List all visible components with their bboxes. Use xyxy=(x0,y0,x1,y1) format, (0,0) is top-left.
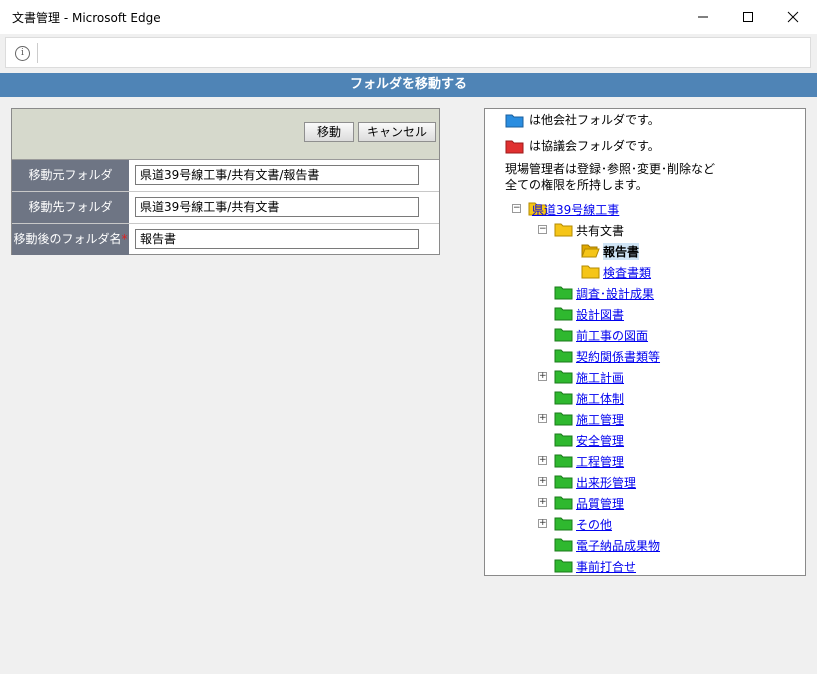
green-folder-icon xyxy=(554,328,573,342)
green-folder-icon xyxy=(554,559,573,573)
green-folder-icon xyxy=(554,391,573,405)
expand-toggle[interactable]: + xyxy=(538,456,547,465)
page-title: フォルダを移動する xyxy=(0,73,817,97)
tree-link-design-docs[interactable]: 設計図書 xyxy=(576,306,624,323)
legend-other-text: は他会社フォルダです。 xyxy=(529,113,660,127)
collapse-toggle[interactable]: − xyxy=(512,204,521,213)
tree-link-root[interactable]: 県道39号線工事 xyxy=(532,201,619,218)
new-name-input[interactable]: 報告書 xyxy=(135,229,419,249)
tree-link-construction-plan[interactable]: 施工計画 xyxy=(576,369,624,386)
permission-note-line1: 現場管理者は登録･参照･変更･削除など xyxy=(505,162,716,176)
green-folder-icon xyxy=(554,496,573,510)
move-folder-form: 移動 キャンセル 移動元フォルダ 県道39号線工事/共有文書/報告書 移動先フォ… xyxy=(11,108,440,255)
expand-toggle[interactable]: + xyxy=(538,414,547,423)
yellow-folder-icon xyxy=(554,223,573,237)
collapse-toggle[interactable]: − xyxy=(538,225,547,234)
yellow-folder-icon xyxy=(581,265,600,279)
tree-link-quality[interactable]: 品質管理 xyxy=(576,495,624,512)
new-name-row: 移動後のフォルダ名* 報告書 xyxy=(12,224,439,255)
maximize-icon xyxy=(743,12,753,22)
source-folder-field[interactable]: 県道39号線工事/共有文書/報告書 xyxy=(135,165,419,185)
tree-link-as-built[interactable]: 出来形管理 xyxy=(576,474,636,491)
required-mark: * xyxy=(121,232,128,246)
expand-toggle[interactable]: + xyxy=(538,372,547,381)
tree-link-inspection[interactable]: 検査書類 xyxy=(603,264,651,281)
open-folder-icon xyxy=(581,244,600,258)
expand-toggle[interactable]: + xyxy=(538,477,547,486)
dest-folder-field[interactable]: 県道39号線工事/共有文書 xyxy=(135,197,419,217)
tree-link-contracts[interactable]: 契約関係書類等 xyxy=(576,348,660,365)
tree-link-safety[interactable]: 安全管理 xyxy=(576,432,624,449)
tree-link-e-delivery[interactable]: 電子納品成果物 xyxy=(576,537,660,554)
new-name-label: 移動後のフォルダ名* xyxy=(12,224,129,255)
expand-toggle[interactable]: + xyxy=(538,519,547,528)
source-folder-row: 移動元フォルダ 県道39号線工事/共有文書/報告書 xyxy=(12,160,439,192)
green-folder-icon xyxy=(554,454,573,468)
maximize-button[interactable] xyxy=(725,0,771,34)
green-folder-icon xyxy=(554,412,573,426)
dest-folder-label: 移動先フォルダ xyxy=(12,192,129,223)
new-name-label-text: 移動後のフォルダ名 xyxy=(13,232,122,246)
legend-council-text: は協議会フォルダです。 xyxy=(529,139,660,153)
tree-link-survey[interactable]: 調査･設計成果 xyxy=(576,285,654,302)
minimize-button[interactable] xyxy=(680,0,726,34)
green-folder-icon xyxy=(554,433,573,447)
tree-link-other[interactable]: その他 xyxy=(576,516,612,533)
green-folder-icon xyxy=(554,286,573,300)
window-title: 文書管理 - Microsoft Edge xyxy=(12,11,161,25)
window-titlebar: 文書管理 - Microsoft Edge xyxy=(0,0,817,34)
green-folder-icon xyxy=(554,538,573,552)
green-folder-icon xyxy=(554,370,573,384)
tree-link-construction-system[interactable]: 施工体制 xyxy=(576,390,624,407)
tree-link-schedule[interactable]: 工程管理 xyxy=(576,453,624,470)
minimize-icon xyxy=(698,16,708,18)
dest-folder-row: 移動先フォルダ 県道39号線工事/共有文書 xyxy=(12,192,439,224)
move-button[interactable]: 移動 xyxy=(304,122,354,142)
red-folder-icon xyxy=(505,140,524,154)
expand-toggle[interactable]: + xyxy=(538,498,547,507)
close-button[interactable] xyxy=(770,0,816,34)
address-bar[interactable]: i xyxy=(5,37,811,68)
source-folder-label: 移動元フォルダ xyxy=(12,160,129,191)
green-folder-icon xyxy=(554,307,573,321)
form-toolbar: 移動 キャンセル xyxy=(12,109,439,160)
cancel-button[interactable]: キャンセル xyxy=(358,122,436,142)
tree-link-construction-mgmt[interactable]: 施工管理 xyxy=(576,411,624,428)
tree-label-shared: 共有文書 xyxy=(576,224,625,238)
info-icon[interactable]: i xyxy=(15,46,30,61)
permission-note: 現場管理者は登録･参照･変更･削除など 全ての権限を所持します。 xyxy=(505,161,715,193)
address-separator xyxy=(37,43,38,63)
tree-link-previous-drawings[interactable]: 前工事の図面 xyxy=(576,327,648,344)
close-icon xyxy=(787,11,799,23)
green-folder-icon xyxy=(554,517,573,531)
green-folder-icon xyxy=(554,349,573,363)
tree-link-pre-meeting[interactable]: 事前打合せ xyxy=(576,558,636,575)
blue-folder-icon xyxy=(505,114,524,128)
permission-note-line2: 全ての権限を所持します。 xyxy=(505,178,648,192)
tree-label-report-current: 報告書 xyxy=(603,243,640,260)
folder-tree-panel: は他会社フォルダです。 は協議会フォルダです。 現場管理者は登録･参照･変更･削… xyxy=(484,108,806,576)
green-folder-icon xyxy=(554,475,573,489)
